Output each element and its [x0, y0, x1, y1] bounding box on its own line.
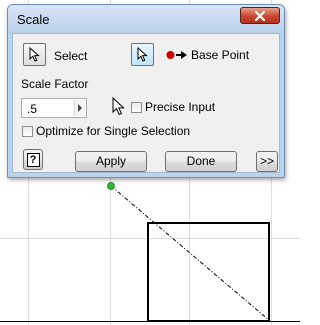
- base-point-marker[interactable]: [107, 182, 115, 190]
- dialog-titlebar[interactable]: Scale: [8, 5, 284, 33]
- sketch-rectangle[interactable]: [147, 222, 270, 322]
- pointer-icon: [137, 47, 148, 62]
- select-label: Select: [54, 49, 88, 63]
- help-button[interactable]: ?: [23, 149, 43, 170]
- base-point-label: Base Point: [191, 48, 250, 62]
- apply-button[interactable]: Apply: [75, 151, 147, 172]
- scale-dialog: Scale Select Base Point Scale Factor .5 …: [7, 4, 285, 178]
- scale-factor-label: Scale Factor: [21, 77, 89, 91]
- mouse-cursor-icon: [112, 97, 125, 116]
- close-icon: [254, 11, 266, 21]
- scale-preview-line: [110, 185, 271, 322]
- close-button[interactable]: [240, 7, 280, 24]
- pointer-icon: [29, 47, 40, 62]
- precise-input-checkbox[interactable]: [131, 102, 142, 113]
- scale-factor-input[interactable]: .5: [21, 98, 87, 118]
- base-point-icon: [166, 51, 187, 59]
- more-button[interactable]: >>: [256, 151, 278, 172]
- spin-arrow-icon: [78, 104, 82, 112]
- optimize-label[interactable]: Optimize for Single Selection: [36, 124, 190, 138]
- spin-arrow-button[interactable]: [74, 100, 85, 116]
- optimize-checkbox[interactable]: [22, 126, 33, 137]
- scale-factor-value: .5: [27, 102, 38, 116]
- base-point-button[interactable]: [131, 43, 154, 66]
- done-button[interactable]: Done: [165, 151, 237, 172]
- select-button[interactable]: [23, 43, 46, 66]
- precise-input-label[interactable]: Precise Input: [145, 100, 215, 114]
- help-icon: ?: [26, 153, 40, 167]
- dialog-body: Select Base Point Scale Factor .5 Precis…: [12, 33, 280, 173]
- dialog-title: Scale: [17, 12, 50, 27]
